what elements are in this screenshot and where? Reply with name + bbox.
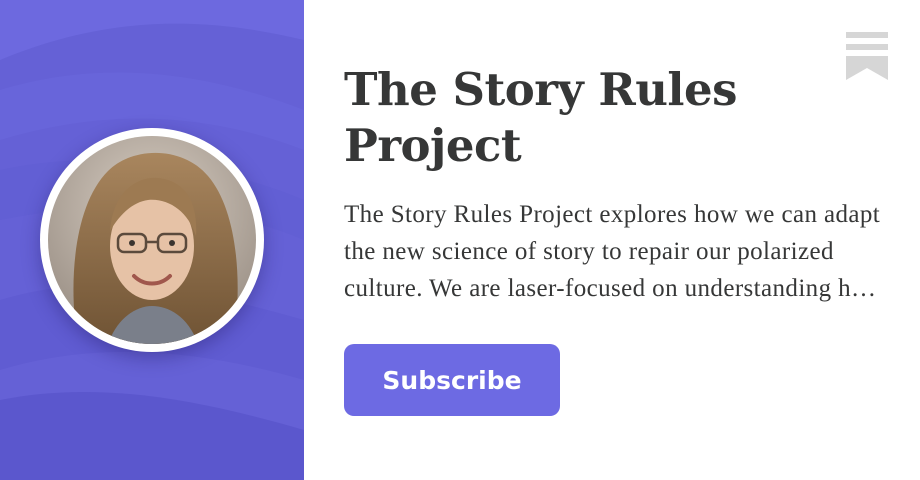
brand-panel xyxy=(0,0,304,480)
publication-content: The Story Rules Project The Story Rules … xyxy=(344,62,904,307)
share-card: The Story Rules Project The Story Rules … xyxy=(0,0,920,480)
avatar xyxy=(48,136,256,344)
publication-description: The Story Rules Project explores how we … xyxy=(344,201,883,302)
subscribe-button[interactable]: Subscribe xyxy=(344,344,560,416)
info-panel: The Story Rules Project The Story Rules … xyxy=(304,0,920,480)
avatar-portrait xyxy=(48,136,256,344)
avatar-ring xyxy=(40,128,264,352)
publication-title: The Story Rules Project xyxy=(344,63,738,172)
